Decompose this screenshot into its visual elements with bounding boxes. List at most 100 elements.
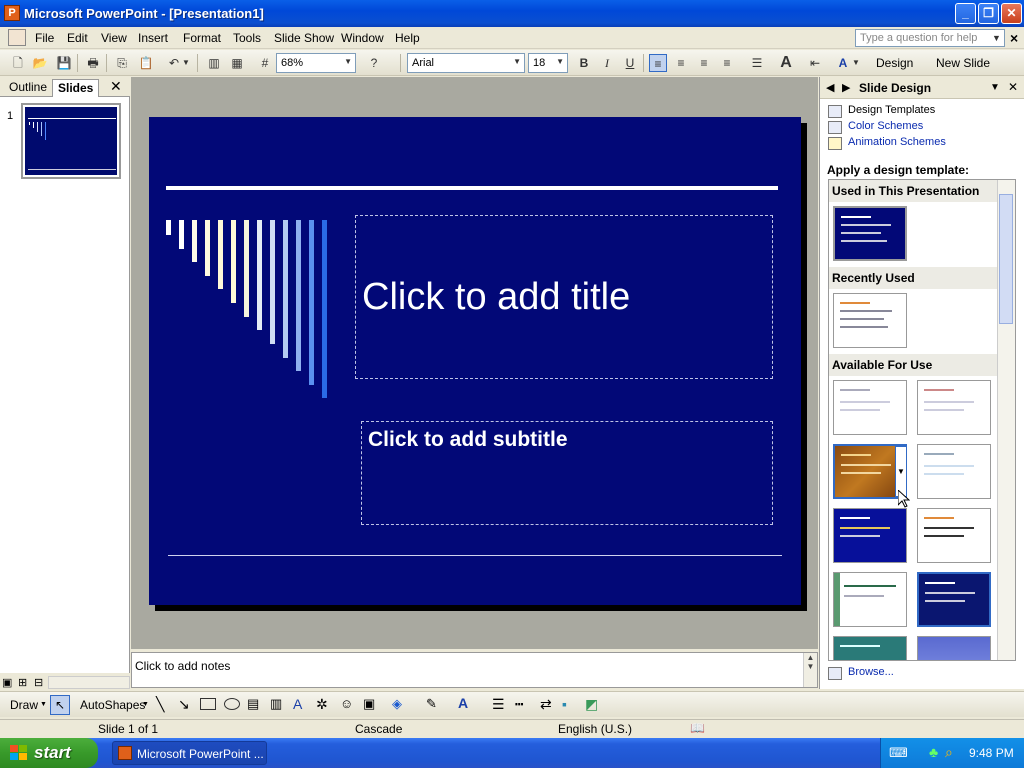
arrow-style-icon[interactable]: ⇄	[540, 696, 552, 713]
restore-button[interactable]: ❐	[978, 3, 999, 24]
help-search-input[interactable]: Type a question for help	[855, 29, 1005, 47]
justify-icon[interactable]: ≡	[718, 54, 736, 72]
notes-pane[interactable]: Click to add notes	[131, 652, 818, 688]
template-thumbnail[interactable]	[833, 293, 907, 348]
template-thumbnail[interactable]	[833, 508, 907, 563]
template-thumbnail[interactable]	[917, 636, 991, 660]
wordart-icon[interactable]: A	[293, 696, 302, 712]
align-left-icon[interactable]: ≡	[649, 54, 667, 72]
close-icon[interactable]: ✕	[1008, 80, 1018, 94]
open-icon[interactable]: 📂	[31, 54, 49, 72]
menu-view[interactable]: View	[101, 31, 127, 45]
template-thumbnail[interactable]	[833, 636, 907, 660]
bold-icon[interactable]: B	[575, 54, 593, 72]
italic-icon[interactable]: I	[598, 54, 616, 72]
chevron-down-icon[interactable]: ▼	[142, 701, 149, 708]
arrow-icon[interactable]: ↘	[178, 696, 190, 713]
vertical-text-icon[interactable]: ▥	[270, 696, 282, 712]
slide-sorter-icon[interactable]: ⊞	[18, 676, 27, 689]
template-thumbnail[interactable]	[833, 206, 907, 261]
search-icon[interactable]: ⌕	[945, 744, 953, 761]
design-templates-link[interactable]: Design Templates	[848, 104, 935, 116]
template-thumbnail[interactable]	[917, 572, 991, 627]
template-thumbnail[interactable]	[833, 380, 907, 435]
oval-icon[interactable]	[224, 698, 240, 710]
powerpoint-app-icon[interactable]: P	[4, 5, 20, 21]
rectangle-icon[interactable]	[200, 698, 216, 710]
line-color-icon[interactable]: ✎	[426, 696, 437, 712]
slide-show-icon[interactable]: ⊟	[34, 676, 43, 689]
document-close-icon[interactable]: ×	[1010, 30, 1018, 46]
template-thumbnail[interactable]	[917, 380, 991, 435]
normal-view-icon[interactable]: ▣	[2, 676, 12, 689]
help-icon[interactable]: ?	[365, 54, 383, 72]
font-color-icon[interactable]: A	[834, 54, 852, 72]
clipart-icon[interactable]: ☺	[340, 696, 353, 711]
draw-menu-button[interactable]: Draw	[10, 698, 38, 712]
bullets-icon[interactable]: ☰	[748, 54, 766, 72]
new-slide-button[interactable]: New Slide	[936, 56, 990, 70]
menu-insert[interactable]: Insert	[138, 31, 168, 45]
close-button[interactable]: ✕	[1001, 3, 1022, 24]
select-pointer-icon[interactable]: ↖	[50, 695, 70, 715]
font-color-dropdown-icon[interactable]: ▼	[852, 54, 860, 72]
gallery-scroll-thumb[interactable]	[999, 194, 1013, 324]
taskbar-app-button[interactable]: Microsoft PowerPoint ...	[112, 741, 267, 765]
back-icon[interactable]: ◀	[826, 81, 834, 94]
template-thumbnail[interactable]	[917, 444, 991, 499]
template-thumbnail[interactable]	[833, 572, 907, 627]
forward-icon[interactable]: ▶	[842, 81, 850, 94]
notes-scrollbar[interactable]: ▲ ▼	[803, 653, 817, 687]
new-icon[interactable]: 🗋	[9, 54, 27, 72]
menu-help[interactable]: Help	[395, 31, 420, 45]
design-button[interactable]: Design	[876, 56, 913, 70]
insert-table-icon[interactable]: ▦	[228, 54, 246, 72]
copy-icon[interactable]: ⎘	[113, 54, 131, 72]
template-thumbnail[interactable]	[917, 508, 991, 563]
browse-link[interactable]: Browse...	[848, 666, 894, 678]
font-select[interactable]: Arial ▼	[407, 53, 525, 73]
save-icon[interactable]: 💾	[55, 54, 73, 72]
network-icon[interactable]: ♣	[929, 744, 938, 760]
close-icon[interactable]: ✕	[110, 78, 122, 95]
chevron-down-icon[interactable]: ▼	[990, 82, 1000, 93]
animation-schemes-link[interactable]: Animation Schemes	[848, 136, 946, 148]
slide-thumbnail[interactable]	[21, 103, 121, 179]
print-icon[interactable]: 🖶	[84, 54, 102, 72]
underline-icon[interactable]: U	[621, 54, 639, 72]
grid-icon[interactable]: #	[256, 54, 274, 72]
menu-window[interactable]: Window	[341, 31, 384, 45]
fill-color-icon[interactable]: ◈	[392, 696, 402, 712]
chevron-down-icon[interactable]: ▼	[40, 701, 47, 708]
menu-file[interactable]: File	[35, 31, 54, 45]
line-icon[interactable]: ╲	[156, 696, 164, 713]
document-icon[interactable]	[8, 29, 26, 46]
menu-edit[interactable]: Edit	[67, 31, 88, 45]
undo-dropdown-icon[interactable]: ▼	[182, 54, 190, 72]
shadow-style-icon[interactable]: ▪	[562, 696, 567, 712]
horizontal-scrollbar[interactable]	[48, 676, 130, 689]
menu-tools[interactable]: Tools	[233, 31, 261, 45]
align-right-icon[interactable]: ≡	[695, 54, 713, 72]
text-box-icon[interactable]: ▤	[247, 696, 259, 712]
insert-chart-icon[interactable]: ▥	[205, 54, 223, 72]
tab-slides[interactable]: Slides	[52, 79, 100, 97]
autoshapes-menu-button[interactable]: AutoShapes	[80, 698, 145, 712]
spelling-icon[interactable]: 📖	[690, 721, 705, 735]
increase-font-icon[interactable]: A	[777, 54, 795, 72]
decrease-indent-icon[interactable]: ⇤	[806, 54, 824, 72]
diagram-icon[interactable]: ✲	[316, 696, 328, 713]
3d-style-icon[interactable]: ◩	[585, 696, 598, 713]
chevron-down-icon[interactable]: ▼	[992, 33, 1001, 43]
keyboard-icon[interactable]: ⌨	[889, 745, 908, 761]
font-size-select[interactable]: 18 ▼	[528, 53, 568, 73]
align-center-icon[interactable]: ≡	[672, 54, 690, 72]
start-button[interactable]: start	[0, 738, 98, 768]
menu-slide-show[interactable]: Slide Show	[274, 31, 334, 45]
line-style-icon[interactable]: ☰	[492, 696, 505, 713]
menu-format[interactable]: Format	[183, 31, 221, 45]
undo-icon[interactable]: ↶	[165, 54, 183, 72]
picture-icon[interactable]: ▣	[363, 696, 375, 712]
color-schemes-link[interactable]: Color Schemes	[848, 120, 923, 132]
minimize-button[interactable]: _	[955, 3, 976, 24]
